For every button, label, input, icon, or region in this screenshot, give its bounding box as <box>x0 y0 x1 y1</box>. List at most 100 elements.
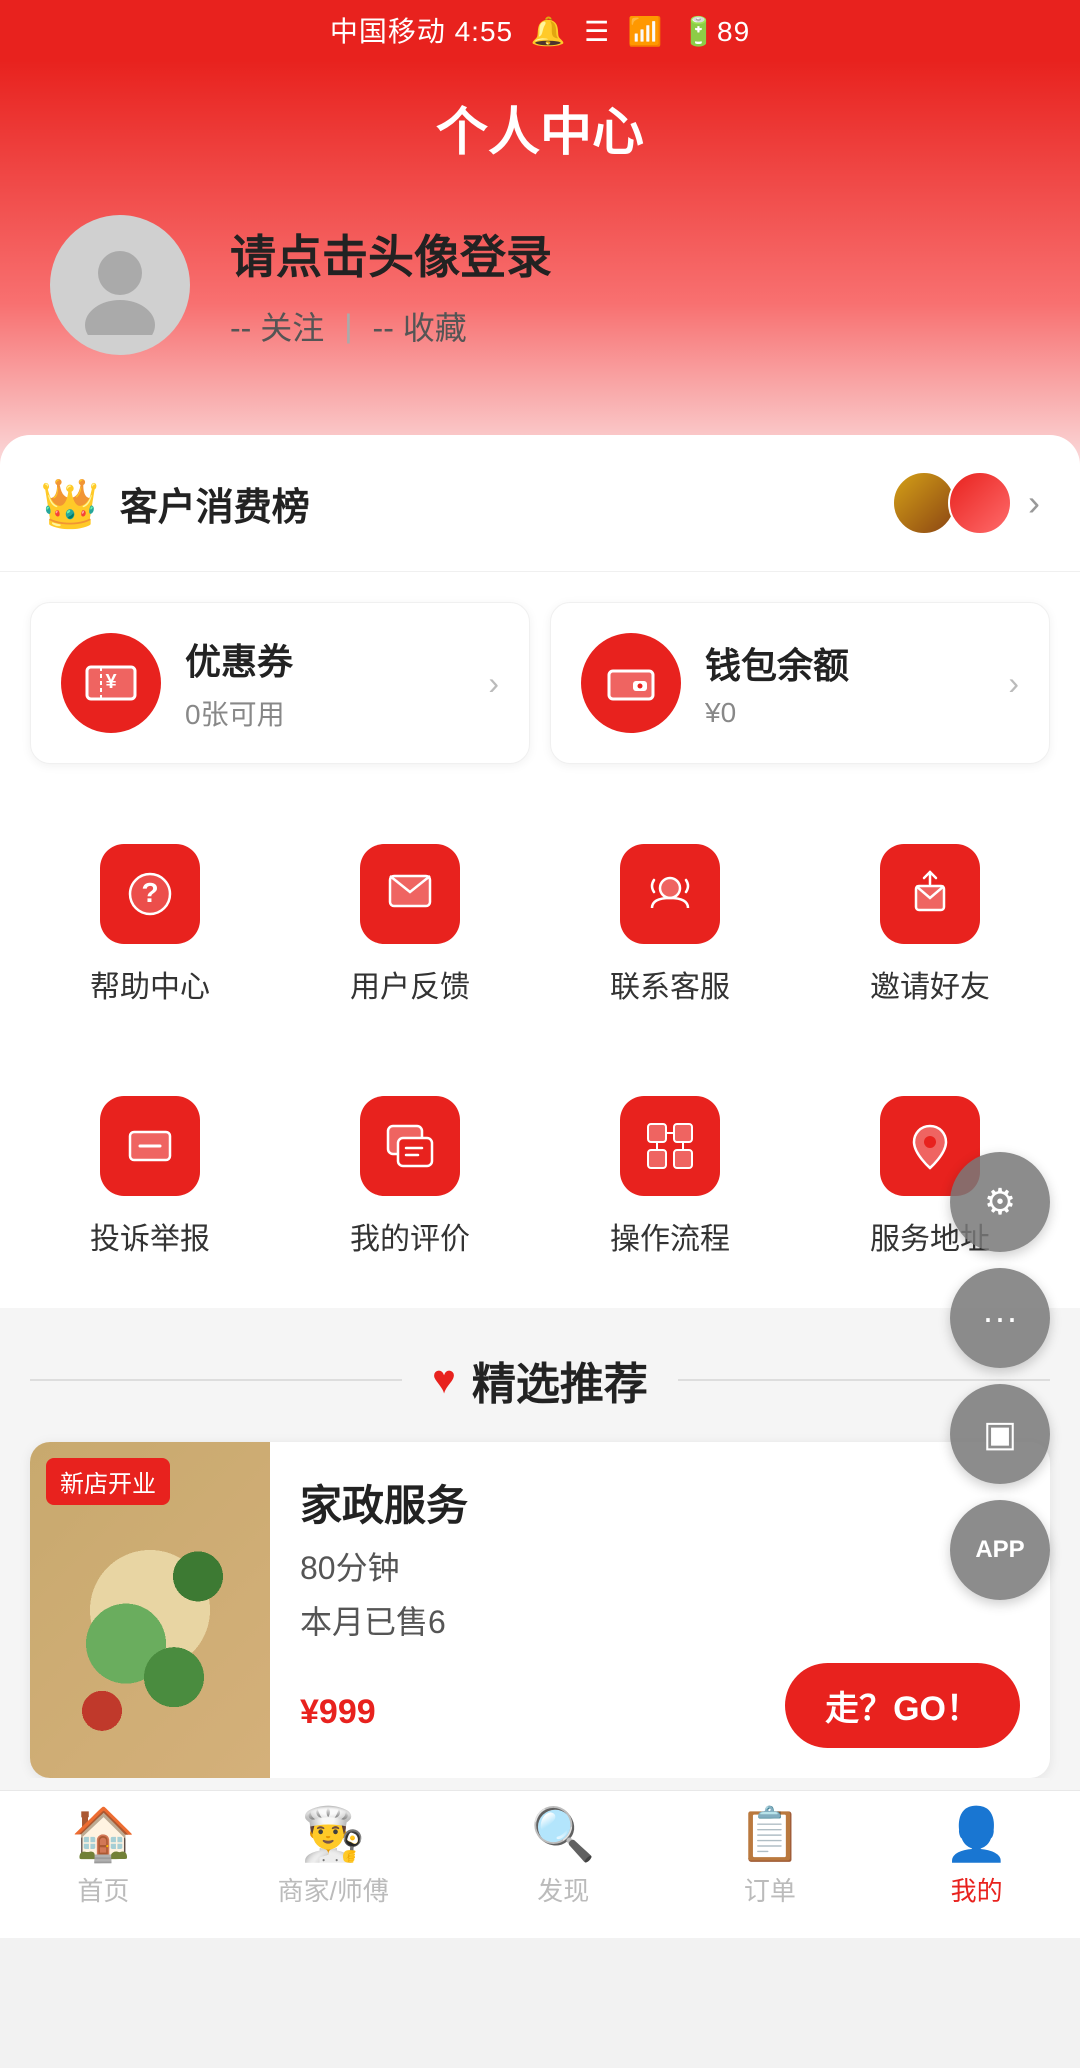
wallet-card[interactable]: 钱包余额 ¥0 › <box>550 602 1050 764</box>
ranking-section[interactable]: 👑 客户消费榜 › <box>0 435 1080 572</box>
price-number: 999 <box>319 1693 376 1731</box>
review-icon <box>382 1118 438 1174</box>
menu-item-review[interactable]: 我的评价 <box>280 1066 540 1288</box>
featured-header: ♥ 精选推荐 <box>30 1348 1050 1412</box>
header: 个人中心 请点击头像登录 -- 关注 | -- 收藏 <box>0 60 1080 465</box>
nav-item-home[interactable]: 🏠 首页 <box>71 1804 136 1908</box>
float-buttons: ⚙ ··· ▣ APP <box>950 1152 1050 1600</box>
product-duration: 80分钟 <box>300 1543 1020 1589</box>
menu-grid-row2: 投诉举报 我的评价 <box>0 1046 1080 1298</box>
mine-icon: 👤 <box>944 1804 1009 1865</box>
merchant-icon: 👨‍🍳 <box>301 1804 366 1865</box>
ranking-avatar-2 <box>948 471 1012 535</box>
crown-icon: 👑 <box>40 475 100 532</box>
featured-title-wrap: ♥ 精选推荐 <box>402 1348 678 1412</box>
process-icon-wrap <box>620 1096 720 1196</box>
float-app-button[interactable]: APP <box>950 1500 1050 1600</box>
product-info: 家政服务 80分钟 本月已售6 ¥999 走？GO！ <box>270 1442 1050 1778</box>
profile-stats: -- 关注 | -- 收藏 <box>230 303 552 349</box>
menu-item-service[interactable]: 联系客服 <box>540 814 800 1036</box>
wallet-subtitle: ¥0 <box>705 697 1000 729</box>
ranking-avatars <box>892 471 1012 535</box>
menu-grid-row1: ? 帮助中心 用户反馈 联系 <box>0 794 1080 1046</box>
stats-divider: | <box>344 308 352 345</box>
menu-item-process[interactable]: 操作流程 <box>540 1066 800 1288</box>
product-sold: 本月已售6 <box>300 1597 1020 1643</box>
nav-item-orders[interactable]: 📋 订单 <box>738 1804 803 1908</box>
profile-section[interactable]: 请点击头像登录 -- 关注 | -- 收藏 <box>0 215 1080 415</box>
page-title: 个人中心 <box>0 60 1080 215</box>
price-symbol: ¥ <box>300 1693 319 1731</box>
profile-login-prompt[interactable]: 请点击头像登录 <box>230 221 552 287</box>
process-label: 操作流程 <box>610 1214 730 1258</box>
orders-label: 订单 <box>744 1871 796 1908</box>
main-content: 👑 客户消费榜 › ¥ 优惠券 0张可用 › <box>0 435 1080 1938</box>
featured-divider-left <box>30 1379 402 1381</box>
mine-label: 我的 <box>951 1871 1003 1908</box>
coupon-icon-wrap: ¥ <box>61 633 161 733</box>
service-label: 联系客服 <box>610 962 730 1006</box>
wallet-title: 钱包余额 <box>705 637 1000 689</box>
product-price: ¥999 <box>300 1676 376 1736</box>
process-icon <box>642 1118 698 1174</box>
coupon-text: 优惠券 0张可用 <box>185 633 480 733</box>
heart-icon: ♥ <box>432 1358 456 1403</box>
avatar[interactable] <box>50 215 190 355</box>
service-icon-wrap <box>620 844 720 944</box>
review-label: 我的评价 <box>350 1214 470 1258</box>
product-badge: 新店开业 <box>46 1458 170 1505</box>
float-chat-button[interactable]: ··· <box>950 1268 1050 1368</box>
complaint-icon-wrap <box>100 1096 200 1196</box>
svg-text:¥: ¥ <box>105 671 117 693</box>
wallet-icon <box>603 655 659 711</box>
menu-item-complaint[interactable]: 投诉举报 <box>20 1066 280 1288</box>
bottom-nav: 🏠 首页 👨‍🍳 商家/师傅 🔍 发现 📋 订单 👤 我的 <box>0 1790 1080 1920</box>
follow-count: -- 关注 <box>230 303 324 349</box>
float-settings-button[interactable]: ⚙ <box>950 1152 1050 1252</box>
invite-icon-wrap <box>880 844 980 944</box>
profile-info: 请点击头像登录 -- 关注 | -- 收藏 <box>230 221 552 349</box>
cards-row: ¥ 优惠券 0张可用 › 钱包余额 ¥0 › <box>0 572 1080 794</box>
merchant-label: 商家/师傅 <box>278 1871 389 1908</box>
review-icon-wrap <box>360 1096 460 1196</box>
product-name: 家政服务 <box>300 1472 1020 1533</box>
ranking-chevron-icon: › <box>1028 482 1040 524</box>
product-image-wrap: 新店开业 <box>30 1442 270 1778</box>
svg-text:?: ? <box>141 877 158 908</box>
featured-title: 精选推荐 <box>472 1348 648 1412</box>
nav-item-merchant[interactable]: 👨‍🍳 商家/师傅 <box>278 1804 389 1908</box>
nav-item-discover[interactable]: 🔍 发现 <box>531 1804 596 1908</box>
menu-item-feedback[interactable]: 用户反馈 <box>280 814 540 1036</box>
orders-icon: 📋 <box>738 1804 803 1865</box>
invite-icon <box>902 866 958 922</box>
float-scan-button[interactable]: ▣ <box>950 1384 1050 1484</box>
help-icon-wrap: ? <box>100 844 200 944</box>
product-bottom: ¥999 走？GO！ <box>300 1663 1020 1748</box>
feedback-icon-wrap <box>360 844 460 944</box>
go-button[interactable]: 走？GO！ <box>785 1663 1020 1748</box>
wallet-icon-wrap <box>581 633 681 733</box>
help-icon: ? <box>122 866 178 922</box>
coupon-icon: ¥ <box>83 655 139 711</box>
coupon-card[interactable]: ¥ 优惠券 0张可用 › <box>30 602 530 764</box>
help-label: 帮助中心 <box>90 962 210 1006</box>
feedback-label: 用户反馈 <box>350 962 470 1006</box>
feedback-icon <box>382 866 438 922</box>
status-bar: 中国移动 4:55 🔔 ☰ 📶 🔋89 <box>0 0 1080 60</box>
coupon-subtitle: 0张可用 <box>185 693 480 733</box>
coupon-title: 优惠券 <box>185 633 480 685</box>
home-label: 首页 <box>77 1871 129 1908</box>
product-card[interactable]: 新店开业 家政服务 80分钟 本月已售6 ¥999 走？GO！ <box>30 1442 1050 1778</box>
nav-item-mine[interactable]: 👤 我的 <box>944 1804 1009 1908</box>
complaint-icon <box>122 1118 178 1174</box>
invite-label: 邀请好友 <box>870 962 990 1006</box>
coupon-chevron-icon: › <box>488 665 499 702</box>
ranking-title: 客户消费榜 <box>120 476 892 531</box>
discover-icon: 🔍 <box>531 1804 596 1865</box>
ranking-avatar-1 <box>892 471 956 535</box>
menu-item-invite[interactable]: 邀请好友 <box>800 814 1060 1036</box>
home-icon: 🏠 <box>71 1804 136 1865</box>
menu-item-help[interactable]: ? 帮助中心 <box>20 814 280 1036</box>
status-bar-content: 中国移动 4:55 🔔 ☰ 📶 🔋89 <box>330 10 750 50</box>
complaint-label: 投诉举报 <box>90 1214 210 1258</box>
